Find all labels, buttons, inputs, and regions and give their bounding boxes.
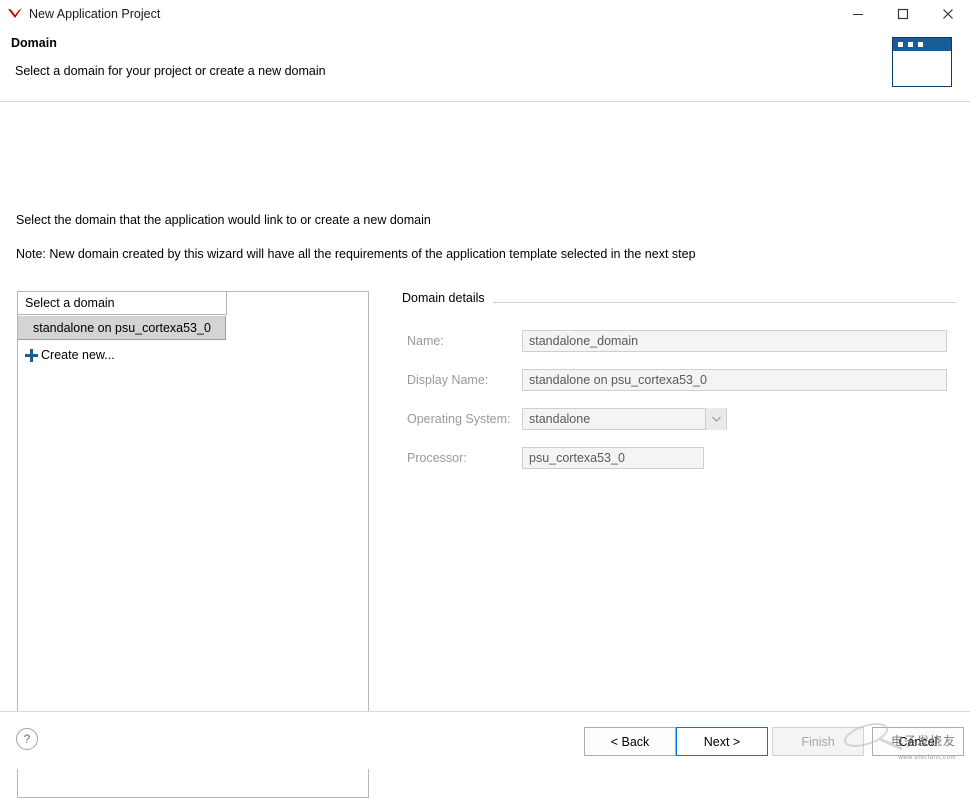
domain-list-header: Select a domain [18, 292, 227, 315]
window-controls [835, 0, 970, 28]
chevron-down-icon[interactable] [705, 408, 726, 430]
minimize-button[interactable] [835, 0, 880, 28]
domain-details-panel: Domain details Name: standalone_domain D… [402, 291, 956, 469]
page-subtitle: Select a domain for your project or crea… [15, 64, 326, 78]
help-icon[interactable]: ? [16, 728, 38, 750]
page-title: Domain [11, 36, 57, 50]
label-operating-system: Operating System: [407, 412, 511, 426]
create-new-domain-link[interactable]: Create new... [18, 344, 368, 366]
combo-operating-system[interactable]: standalone [522, 408, 727, 430]
create-new-label: Create new... [41, 348, 115, 362]
instruction-line-1: Select the domain that the application w… [16, 213, 431, 227]
instruction-line-2: Note: New domain created by this wizard … [16, 247, 696, 261]
watermark-text: 电子发烧友 [890, 734, 956, 748]
label-processor: Processor: [407, 451, 467, 465]
wizard-body: Select the domain that the application w… [0, 102, 970, 798]
xilinx-logo-icon [6, 5, 24, 23]
wizard-footer: ? < Back Next > Finish Cancel 电子发烧友 www.… [0, 711, 970, 769]
wizard-banner-icon [892, 37, 952, 87]
plus-icon [25, 348, 38, 362]
input-display-name[interactable]: standalone on psu_cortexa53_0 [522, 369, 947, 391]
domain-list-item-standalone[interactable]: standalone on psu_cortexa53_0 [18, 316, 226, 340]
details-title: Domain details [402, 291, 493, 305]
window-title: New Application Project [29, 7, 161, 21]
input-name[interactable]: standalone_domain [522, 330, 947, 352]
input-processor[interactable]: psu_cortexa53_0 [522, 447, 704, 469]
field-row-display-name: Display Name: standalone on psu_cortexa5… [402, 369, 956, 391]
field-row-name: Name: standalone_domain [402, 330, 956, 352]
title-bar: New Application Project [0, 0, 970, 28]
field-row-operating-system: Operating System: standalone [402, 408, 956, 430]
label-display-name: Display Name: [407, 373, 489, 387]
maximize-button[interactable] [880, 0, 925, 28]
wizard-window: New Application Project Domain Select a … [0, 0, 970, 798]
field-row-processor: Processor: psu_cortexa53_0 [402, 447, 956, 469]
watermark-subtext: www.elecfans.com [898, 755, 956, 761]
back-button[interactable]: < Back [584, 727, 676, 756]
label-name: Name: [407, 334, 444, 348]
wizard-header: Domain Select a domain for your project … [0, 28, 970, 102]
finish-button: Finish [772, 727, 864, 756]
close-button[interactable] [925, 0, 970, 28]
combo-operating-system-value: standalone [529, 412, 591, 426]
next-button[interactable]: Next > [676, 727, 768, 756]
